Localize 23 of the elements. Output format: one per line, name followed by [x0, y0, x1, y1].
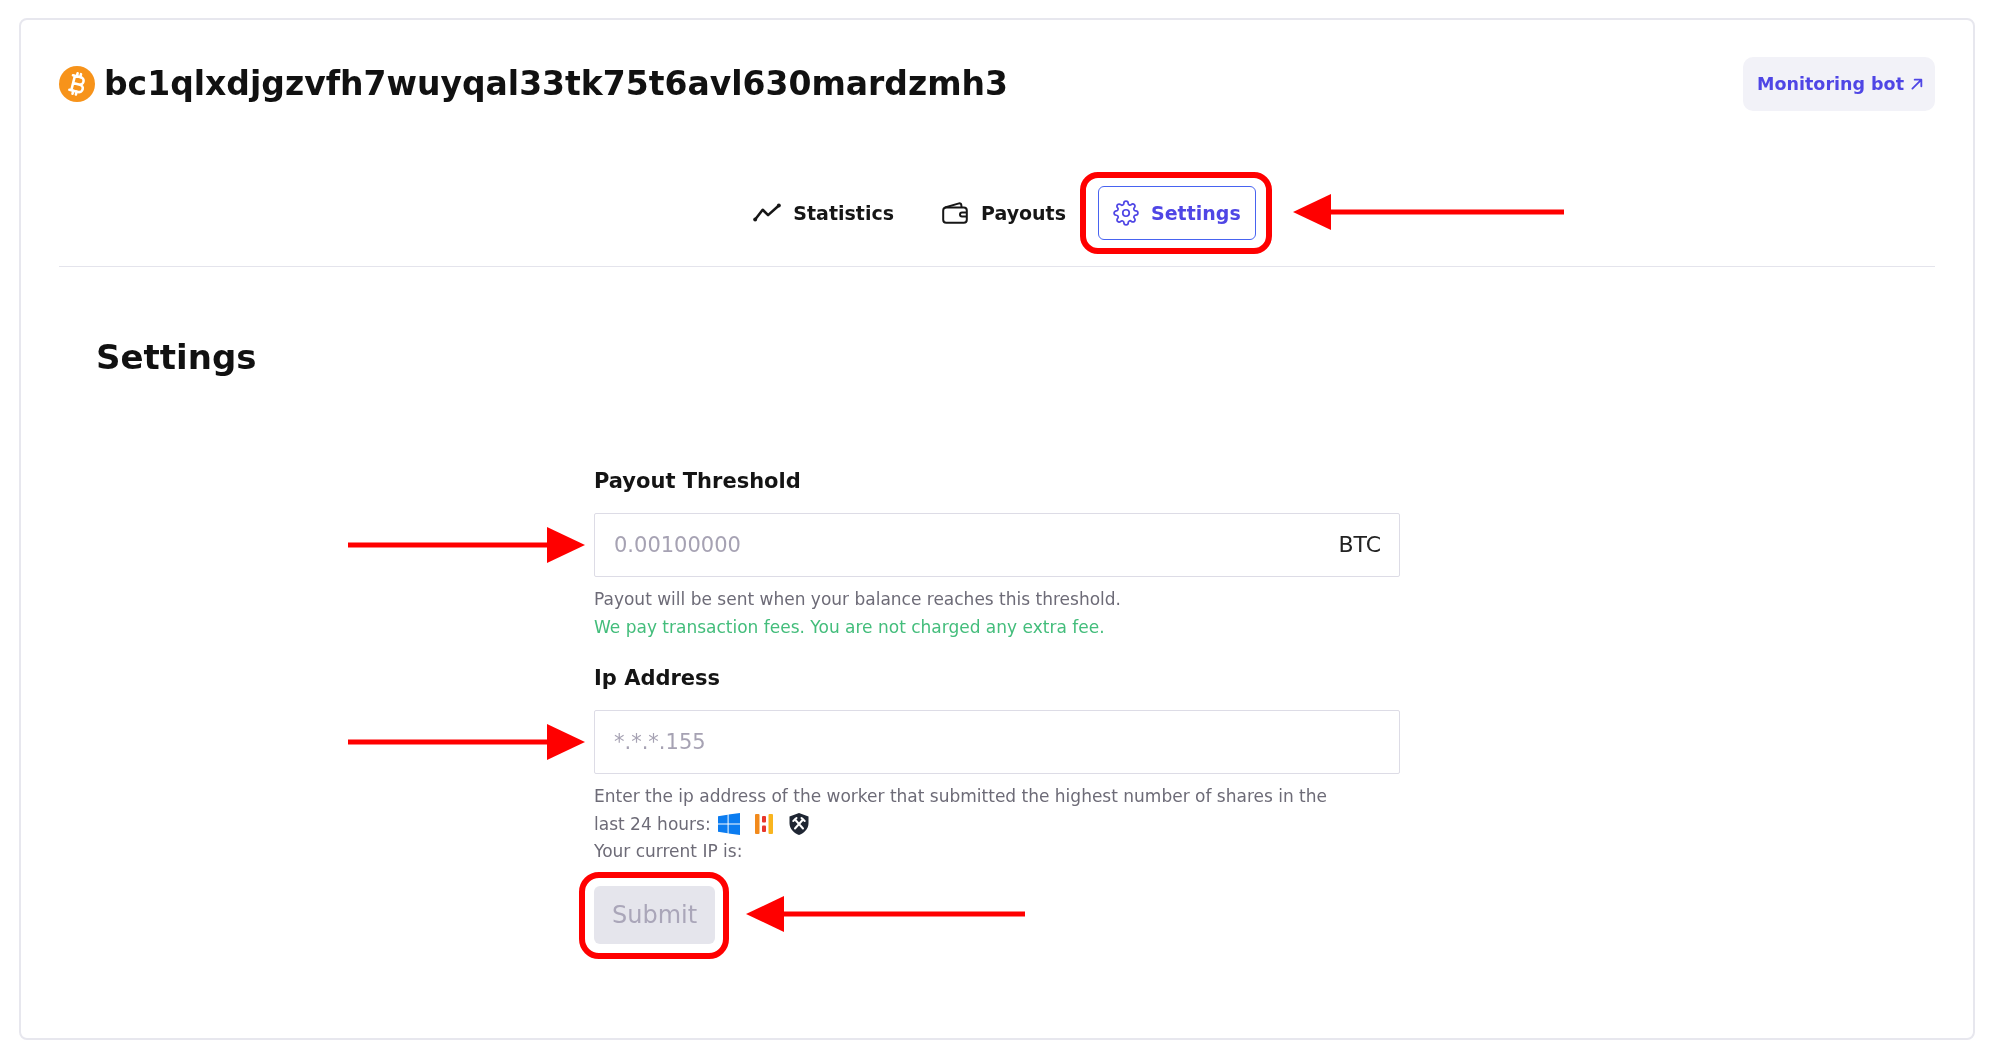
chart-line-icon	[753, 202, 782, 224]
tab[interactable]: Settings	[1098, 186, 1256, 240]
external-link-icon	[1911, 78, 1923, 90]
bars-icon	[753, 813, 774, 836]
field-label: Ip Address	[594, 665, 721, 692]
tab[interactable]: Payouts	[926, 186, 1081, 240]
help-text: Enter the ip address of the worker that submitted the highest number of shares in the	[594, 785, 1328, 808]
wallet-icon	[941, 202, 969, 224]
shield-icon	[788, 813, 809, 836]
wallet-address: bc1qlxdjgzvfh7wuyqal33tk75t6avl630mardzmh3	[104, 64, 1009, 104]
input-field[interactable]: *.*.*.155	[594, 710, 1400, 774]
fee-note: We pay transaction fees. You are not charged any extra fee.	[594, 615, 1105, 639]
monitoring-bot-button[interactable]: Monitoring bot	[1743, 57, 1935, 111]
section-heading: Settings	[96, 337, 257, 377]
settings-icon	[1113, 200, 1139, 226]
window-panes-icon	[717, 813, 740, 836]
help-text: last 24 hours:	[594, 812, 711, 836]
tab[interactable]: Statistics	[738, 186, 909, 240]
coin-icon	[59, 66, 95, 102]
help-text: Your current IP is:	[594, 840, 743, 863]
field-label: Payout Threshold	[594, 468, 801, 495]
help-text: Payout will be sent when your balance reaches this threshold.	[594, 588, 1121, 611]
unit-label: BTC	[1338, 532, 1381, 558]
